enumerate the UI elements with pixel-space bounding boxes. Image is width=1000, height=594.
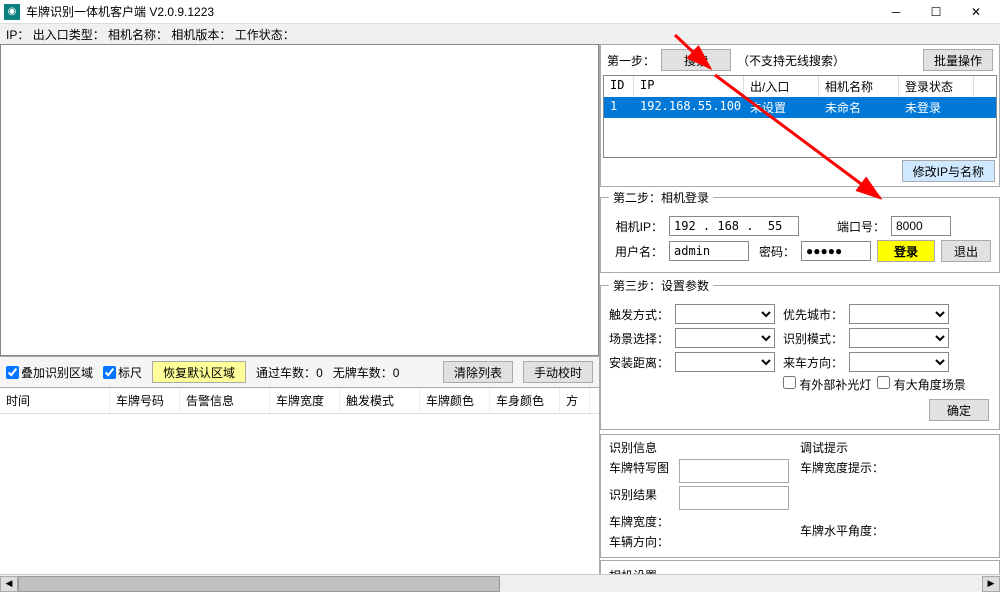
step1-label: 第一步：	[607, 52, 655, 69]
search-hint: （不支持无线搜索）	[737, 52, 845, 69]
ext-light-checkbox[interactable]: 有外部补光灯	[783, 376, 871, 393]
plate-thumbnail	[679, 459, 789, 483]
plate-width-label: 车牌宽度：	[609, 513, 679, 530]
result-table-body	[0, 414, 599, 574]
password-label: 密码：	[755, 243, 795, 260]
scale-checkbox[interactable]: 标尺	[103, 364, 142, 381]
mode-select[interactable]	[849, 328, 949, 348]
trigger-select[interactable]	[675, 304, 775, 324]
car-direction-label: 车辆方向：	[609, 533, 679, 550]
recog-info-title: 识别信息	[609, 439, 800, 456]
noplate-count: 无牌车数：0	[333, 364, 400, 381]
close-button[interactable]: ✕	[956, 1, 996, 23]
username-input[interactable]	[669, 241, 749, 261]
batch-operation-button[interactable]: 批量操作	[923, 49, 993, 71]
device-row[interactable]: 1 192.168.55.100 未设置 未命名 未登录	[604, 97, 996, 118]
scene-select[interactable]	[675, 328, 775, 348]
scroll-thumb[interactable]	[18, 576, 500, 592]
port-label: 端口号：	[831, 218, 885, 235]
install-select[interactable]	[675, 352, 775, 372]
minimize-button[interactable]: ─	[876, 1, 916, 23]
scroll-left-arrow[interactable]: ◀	[0, 576, 18, 592]
recog-result-box	[679, 486, 789, 510]
app-icon: ◉	[4, 4, 20, 20]
overlay-checkbox[interactable]: 叠加识别区域	[6, 364, 93, 381]
ok-button[interactable]: 确定	[929, 399, 989, 421]
width-hint-label: 车牌宽度提示：	[800, 459, 884, 476]
restore-region-button[interactable]: 恢复默认区域	[152, 361, 246, 383]
device-table-header: ID IP 出/入口 相机名称 登录状态	[604, 76, 996, 97]
login-button[interactable]: 登录	[877, 240, 935, 262]
camera-settings-title: 相机设置	[609, 567, 991, 574]
result-table-header: 时间 车牌号码 告警信息 车牌宽度 触发模式 车牌颜色 车身颜色 方	[0, 388, 599, 414]
clear-list-button[interactable]: 清除列表	[443, 361, 513, 383]
passed-count: 通过车数：0	[256, 364, 323, 381]
big-angle-checkbox[interactable]: 有大角度场景	[877, 376, 965, 393]
camera-ip-label: 相机IP：	[609, 218, 663, 235]
scroll-right-arrow[interactable]: ▶	[982, 576, 1000, 592]
horizontal-scrollbar[interactable]: ◀ ▶	[0, 574, 1000, 592]
plate-angle-label: 车牌水平角度：	[800, 522, 884, 539]
video-preview	[0, 44, 599, 356]
modify-ip-name-button[interactable]: 修改IP与名称	[902, 160, 995, 182]
search-button[interactable]: 搜索	[661, 49, 731, 71]
debug-hint-title: 调试提示	[800, 439, 991, 456]
direction-select[interactable]	[849, 352, 949, 372]
status-info-row: IP： 出入口类型： 相机名称： 相机版本： 工作状态：	[0, 24, 1000, 44]
window-title: 车牌识别一体机客户端 V2.0.9.1223	[26, 3, 876, 20]
password-input[interactable]	[801, 241, 871, 261]
step2-legend: 第二步：相机登录	[609, 189, 713, 206]
port-input[interactable]	[891, 216, 951, 236]
step3-legend: 第三步：设置参数	[609, 277, 713, 294]
city-select[interactable]	[849, 304, 949, 324]
camera-ip-input[interactable]	[669, 216, 799, 236]
username-label: 用户名：	[609, 243, 663, 260]
logout-button[interactable]: 退出	[941, 240, 991, 262]
manual-time-button[interactable]: 手动校时	[523, 361, 593, 383]
maximize-button[interactable]: ☐	[916, 1, 956, 23]
